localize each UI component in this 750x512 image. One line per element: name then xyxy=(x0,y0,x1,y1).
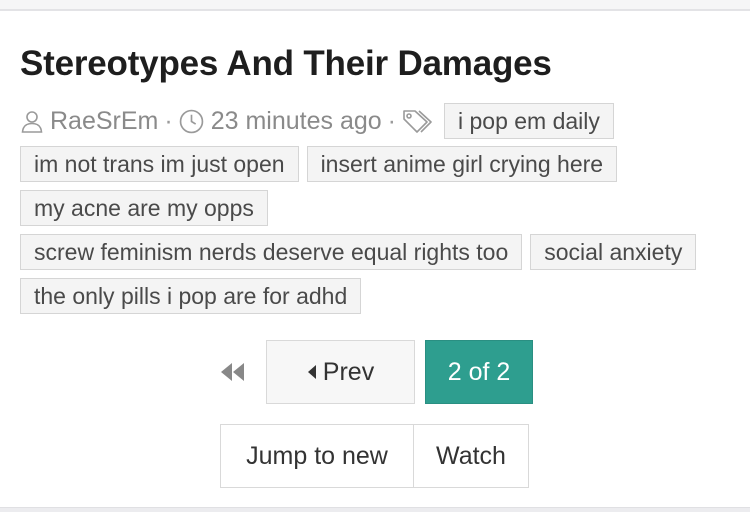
top-strip xyxy=(0,0,750,11)
thread-actions: Jump to new Watch xyxy=(220,424,529,488)
author-link[interactable]: RaeSrEm xyxy=(50,107,158,136)
page-indicator[interactable]: 2 of 2 xyxy=(425,340,533,404)
tag-row: the only pills i pop are for adhd xyxy=(20,278,732,322)
thread-title: Stereotypes And Their Damages xyxy=(20,44,552,83)
prev-label: Prev xyxy=(322,357,375,386)
caret-left-icon xyxy=(307,365,316,379)
watch-button[interactable]: Watch xyxy=(413,424,529,488)
first-page-button[interactable] xyxy=(216,358,250,386)
tag-link[interactable]: screw feminism nerds deserve equal right… xyxy=(20,234,523,270)
tag-row: my acne are my opps xyxy=(20,190,732,234)
meta-separator: · xyxy=(387,106,396,135)
tag-link[interactable]: my acne are my opps xyxy=(20,190,268,226)
tag-link[interactable]: i pop em daily xyxy=(443,103,614,139)
post-time[interactable]: 23 minutes ago xyxy=(211,107,382,136)
thread-meta: RaeSrEm · 23 minutes ago · i pop em dail… xyxy=(20,102,614,140)
prev-page-button[interactable]: Prev xyxy=(266,340,415,404)
bottom-divider xyxy=(0,507,750,512)
tag-link[interactable]: insert anime girl crying here xyxy=(306,146,618,182)
tag-list: im not trans im just open insert anime g… xyxy=(20,146,732,322)
user-icon xyxy=(20,109,44,133)
clock-icon xyxy=(179,109,204,134)
pagination: Prev 2 of 2 xyxy=(0,340,750,404)
tag-row: im not trans im just open insert anime g… xyxy=(20,146,732,190)
tag-link[interactable]: the only pills i pop are for adhd xyxy=(20,278,362,314)
tags-icon xyxy=(402,108,434,134)
tag-link[interactable]: im not trans im just open xyxy=(20,146,299,182)
double-chevron-left-icon xyxy=(221,363,244,381)
meta-separator: · xyxy=(164,106,173,135)
jump-to-new-button[interactable]: Jump to new xyxy=(220,424,414,488)
tag-row: screw feminism nerds deserve equal right… xyxy=(20,234,732,278)
tag-link[interactable]: social anxiety xyxy=(530,234,697,270)
